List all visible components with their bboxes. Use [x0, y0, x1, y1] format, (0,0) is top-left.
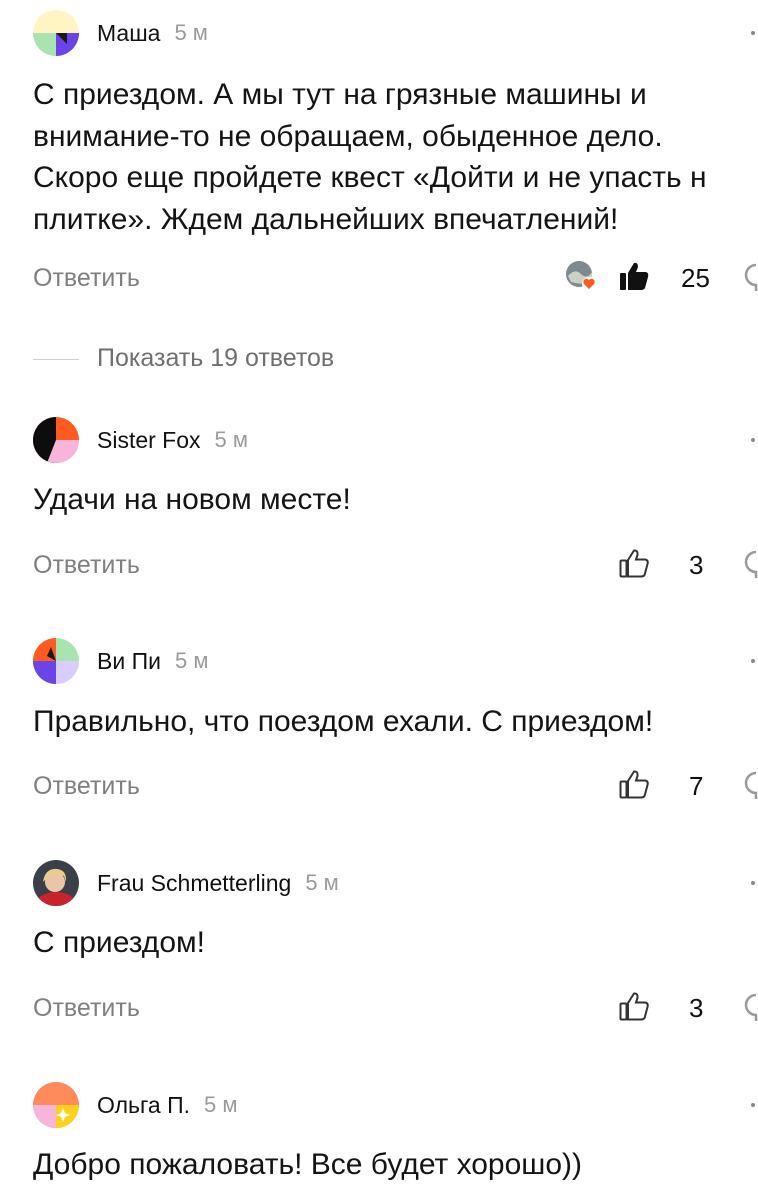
more-dots-icon[interactable]	[751, 659, 755, 663]
comment-actions: Ответить 3	[0, 545, 758, 585]
show-replies-button[interactable]: Показать 19 ответов	[33, 340, 753, 380]
comment-header: Frau Schmetterling 5 м	[33, 858, 339, 908]
comment-actions: Ответить 3	[0, 988, 758, 1028]
comment-time: 5 м	[214, 427, 249, 452]
comment-bubble-icon[interactable]	[744, 262, 758, 294]
comment-text: Добро пожаловать! Все будет хорошо))	[33, 1148, 583, 1181]
more-dots-icon[interactable]	[751, 881, 755, 885]
like-count: 7	[689, 771, 704, 801]
comment-text: С приездом. А мы тут на грязные машины и…	[33, 78, 707, 236]
reactors-avatar-icon[interactable]	[565, 260, 597, 292]
comment-bubble-icon[interactable]	[744, 770, 758, 802]
like-count: 3	[689, 550, 704, 580]
thumbs-up-icon[interactable]	[618, 547, 650, 579]
comment-header: Маша 5 м	[33, 8, 208, 58]
thumbs-up-icon[interactable]	[618, 260, 650, 292]
more-dots-icon[interactable]	[751, 1103, 755, 1107]
reply-button[interactable]: Ответить	[33, 264, 140, 293]
avatar[interactable]	[33, 417, 79, 463]
author-name[interactable]: Ольга П.	[97, 1092, 190, 1119]
reply-button[interactable]: Ответить	[33, 551, 140, 580]
comment-time: 5 м	[305, 870, 339, 895]
comment-actions: Ответить 7	[0, 766, 758, 806]
more-dots-icon[interactable]	[751, 31, 755, 35]
comment-bubble-icon[interactable]	[744, 549, 758, 581]
comment-time: 5 м	[204, 1092, 238, 1117]
comment-time: 5 м	[174, 20, 208, 45]
comment-bubble-icon[interactable]	[744, 992, 758, 1024]
thumbs-up-icon[interactable]	[618, 990, 650, 1022]
show-replies-label[interactable]: Показать 19 ответов	[97, 344, 334, 373]
thumbs-up-icon[interactable]	[618, 768, 650, 800]
comment-header: Ольга П. 5 м	[33, 1080, 238, 1130]
author-name[interactable]: Маша	[97, 20, 160, 47]
divider	[33, 359, 79, 360]
reply-button[interactable]: Ответить	[33, 994, 140, 1023]
avatar[interactable]	[33, 10, 79, 56]
more-dots-icon[interactable]	[751, 438, 755, 442]
reply-button[interactable]: Ответить	[33, 772, 140, 801]
avatar[interactable]	[33, 638, 79, 684]
comment-time: 5 м	[174, 648, 209, 673]
comment-text: Удачи на новом месте!	[33, 483, 351, 516]
avatar[interactable]	[33, 1082, 79, 1128]
comment-actions: Ответить 25	[0, 258, 758, 298]
like-count: 25	[681, 263, 710, 293]
author-name[interactable]: Ви Пи	[97, 648, 161, 675]
comment-header: Ви Пи 5 м	[33, 636, 208, 686]
comment-header: Sister Fox 5 м	[33, 415, 248, 465]
like-count: 3	[689, 993, 704, 1023]
author-name[interactable]: Sister Fox	[97, 427, 201, 454]
avatar[interactable]	[33, 860, 79, 906]
author-name[interactable]: Frau Schmetterling	[97, 870, 291, 897]
comment-text: С приездом!	[33, 926, 205, 959]
comment-text: Правильно, что поездом ехали. С приездом…	[33, 705, 654, 738]
